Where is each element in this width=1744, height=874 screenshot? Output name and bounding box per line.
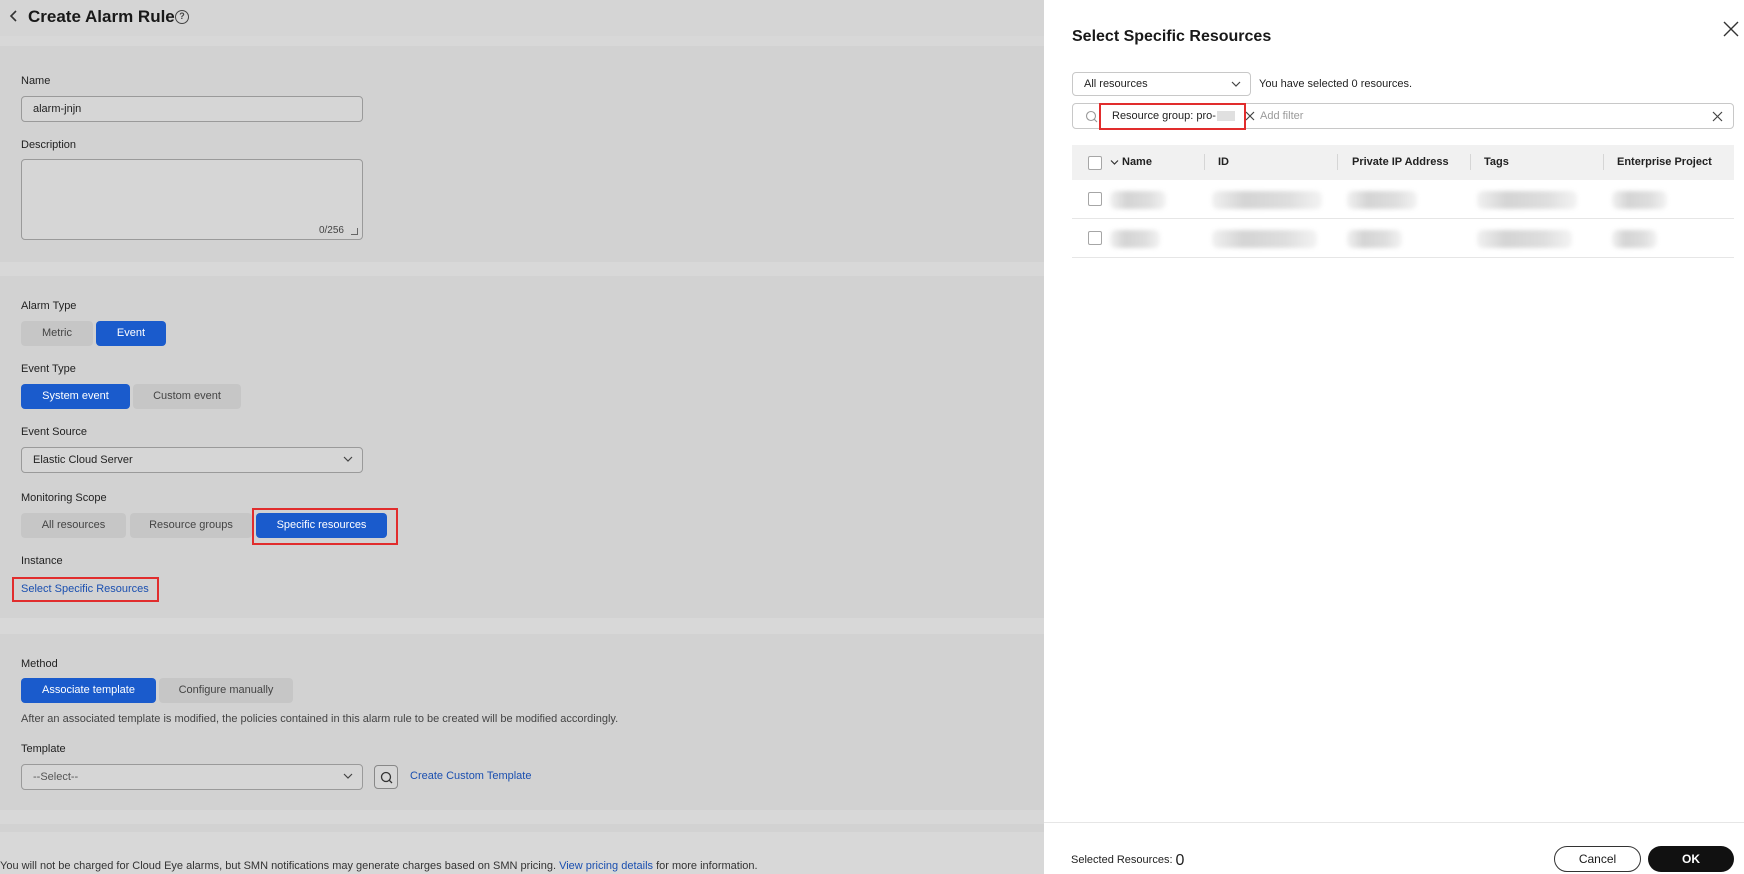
resource-scope-value: All resources (1084, 78, 1148, 90)
column-divider (1470, 154, 1471, 170)
alarm-type-label: Alarm Type (21, 300, 77, 312)
template-label: Template (21, 743, 66, 755)
column-divider (1603, 154, 1604, 170)
event-type-system[interactable]: System event (21, 384, 130, 409)
selected-resources-label: Selected Resources: (1071, 854, 1173, 866)
column-tags[interactable]: Tags (1484, 156, 1509, 168)
redacted-cell (1110, 191, 1166, 209)
pricing-note-tail: for more information. (656, 860, 758, 872)
redacted-cell (1110, 230, 1160, 248)
alarm-type-event[interactable]: Event (96, 321, 166, 346)
table-row[interactable] (1072, 180, 1734, 219)
page-header: Create Alarm Rule ? (0, 0, 1044, 36)
redacted-cell (1612, 230, 1657, 248)
redacted-cell (1612, 191, 1667, 209)
event-type-label: Event Type (21, 363, 76, 375)
search-icon (1085, 110, 1098, 123)
redacted-cell (1477, 191, 1577, 209)
column-divider (1204, 154, 1205, 170)
pricing-note: You will not be charged for Cloud Eye al… (0, 860, 758, 872)
event-source-value: Elastic Cloud Server (33, 454, 133, 466)
clear-filters-icon[interactable] (1712, 111, 1723, 122)
row-checkbox[interactable] (1088, 192, 1102, 206)
remove-filter-icon[interactable] (1245, 111, 1255, 121)
scope-all-resources[interactable]: All resources (21, 513, 126, 538)
resources-table: Name ID Private IP Address Tags Enterpri… (1072, 145, 1734, 258)
redacted-cell (1347, 230, 1402, 248)
highlight-box-scope (252, 508, 398, 545)
method-configure-manually[interactable]: Configure manually (159, 678, 293, 703)
chevron-down-icon (343, 456, 353, 462)
template-search-button[interactable] (374, 765, 398, 789)
drawer-title: Select Specific Resources (1072, 28, 1272, 45)
description-counter: 0/256 (318, 225, 344, 236)
select-resources-drawer: Select Specific Resources All resources … (1044, 0, 1744, 874)
redacted-cell (1347, 191, 1417, 209)
selected-resources-summary: Selected Resources: 0 (1071, 852, 1184, 870)
drawer-footer: Selected Resources: 0 Cancel OK (1044, 822, 1744, 874)
column-private-ip[interactable]: Private IP Address (1352, 156, 1449, 168)
chevron-down-icon (1231, 81, 1241, 87)
method-associate-template[interactable]: Associate template (21, 678, 156, 703)
table-header: Name ID Private IP Address Tags Enterpri… (1072, 145, 1734, 180)
method-hint: After an associated template is modified… (21, 713, 619, 725)
name-label: Name (21, 75, 51, 87)
add-filter-input[interactable]: Add filter (1260, 110, 1303, 122)
pricing-note-text: You will not be charged for Cloud Eye al… (0, 860, 556, 872)
resource-scope-select[interactable]: All resources (1072, 72, 1251, 96)
event-source-label: Event Source (21, 426, 88, 438)
column-id[interactable]: ID (1218, 156, 1229, 168)
template-placeholder: --Select-- (33, 771, 79, 783)
view-pricing-link[interactable]: View pricing details (559, 860, 653, 872)
method-label: Method (21, 658, 58, 670)
create-alarm-rule-page: Create Alarm Rule ? Name alarm-jnjn Desc… (0, 0, 1044, 874)
next-card (0, 824, 1044, 832)
page-title: Create Alarm Rule (28, 7, 175, 26)
column-divider (1337, 154, 1338, 170)
create-custom-template-link[interactable]: Create Custom Template (410, 770, 531, 782)
instance-label: Instance (21, 555, 63, 567)
close-icon[interactable] (1722, 20, 1740, 38)
description-label: Description (21, 139, 77, 151)
select-all-checkbox[interactable] (1088, 156, 1102, 170)
name-input[interactable]: alarm-jnjn (21, 96, 363, 122)
description-textarea[interactable]: 0/256 (21, 159, 363, 240)
ok-button[interactable]: OK (1648, 846, 1734, 872)
cancel-button[interactable]: Cancel (1554, 846, 1641, 872)
monitoring-scope-label: Monitoring Scope (21, 492, 107, 504)
resize-handle-icon[interactable] (351, 228, 358, 235)
table-row[interactable] (1072, 219, 1734, 258)
scope-resource-groups[interactable]: Resource groups (130, 513, 252, 538)
back-arrow-icon[interactable] (6, 8, 22, 24)
highlight-box-filter (1099, 103, 1246, 130)
template-select[interactable]: --Select-- (21, 764, 363, 790)
event-source-select[interactable]: Elastic Cloud Server (21, 447, 363, 473)
chevron-down-icon[interactable] (1110, 158, 1119, 167)
column-name[interactable]: Name (1122, 156, 1152, 168)
alarm-type-metric[interactable]: Metric (21, 321, 93, 346)
selected-count-text: You have selected 0 resources. (1259, 78, 1413, 90)
selected-resources-count: 0 (1175, 852, 1185, 869)
redacted-cell (1212, 230, 1317, 248)
redacted-cell (1477, 230, 1572, 248)
chevron-down-icon (343, 773, 353, 779)
help-icon[interactable]: ? (175, 10, 189, 24)
highlight-box-instance (12, 577, 159, 602)
search-icon (380, 771, 393, 784)
column-enterprise-project[interactable]: Enterprise Project (1617, 156, 1712, 168)
event-type-custom[interactable]: Custom event (133, 384, 241, 409)
redacted-cell (1212, 191, 1322, 209)
row-checkbox[interactable] (1088, 231, 1102, 245)
